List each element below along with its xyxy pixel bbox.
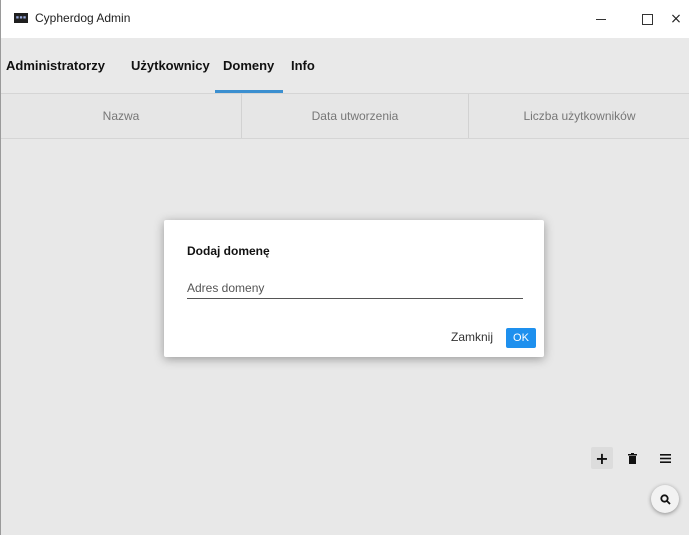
delete-button[interactable] (621, 447, 643, 469)
table-header: Nazwa Data utworzenia Liczba użytkownikó… (1, 93, 689, 139)
column-header-liczba-uzytkownikow[interactable]: Liczba użytkowników (469, 94, 689, 138)
minimize-icon (596, 18, 606, 20)
search-icon (659, 493, 671, 505)
tab-bar: Administratorzy Użytkownicy Domeny Info (1, 38, 689, 93)
tab-uzytkownicy[interactable]: Użytkownicy (131, 38, 210, 93)
close-dialog-button[interactable]: Zamknij (451, 330, 493, 344)
domain-address-input[interactable] (187, 278, 523, 299)
close-icon: × (670, 11, 682, 27)
maximize-icon (641, 13, 653, 25)
plus-icon: + (595, 448, 609, 468)
tab-info[interactable]: Info (291, 38, 315, 93)
column-header-data-utworzenia[interactable]: Data utworzenia (242, 94, 468, 138)
tab-domeny[interactable]: Domeny (223, 38, 274, 93)
menu-icon (659, 453, 671, 463)
dialog-title: Dodaj domenę (187, 244, 270, 258)
search-button[interactable] (651, 485, 679, 513)
add-button[interactable]: + (591, 447, 613, 469)
title-bar: ▪▪▪ Cypherdog Admin × (1, 0, 689, 38)
trash-icon (627, 452, 637, 464)
column-header-nazwa[interactable]: Nazwa (1, 94, 241, 138)
menu-button[interactable] (654, 447, 676, 469)
ok-button[interactable]: OK (506, 328, 536, 348)
app-logo-icon: ▪▪▪ (14, 13, 28, 23)
app-window: ▪▪▪ Cypherdog Admin × Administratorzy Uż… (0, 0, 689, 535)
window-title: Cypherdog Admin (35, 11, 131, 25)
add-domain-dialog: Dodaj domenę Zamknij OK (164, 220, 544, 357)
close-window-button[interactable]: × (662, 0, 689, 38)
tab-administratorzy[interactable]: Administratorzy (6, 38, 105, 93)
minimize-button[interactable] (578, 0, 624, 38)
